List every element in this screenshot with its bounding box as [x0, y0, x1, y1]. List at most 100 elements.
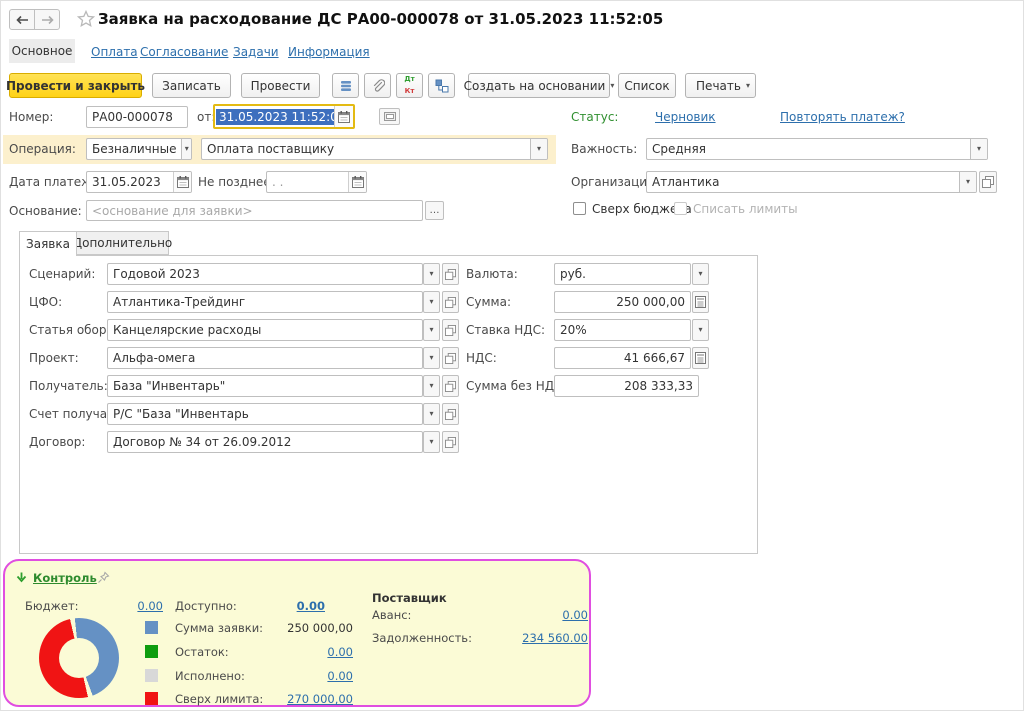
- back-button[interactable]: [9, 9, 35, 30]
- cfo-choose-button[interactable]: ▾: [423, 291, 440, 313]
- operation-type-select[interactable]: Безналичные ▾: [86, 138, 192, 160]
- post-and-close-button[interactable]: Провести и закрыть: [9, 73, 142, 98]
- dr-cr-postings-button[interactable]: Дт Кт: [396, 73, 423, 98]
- scenario-label: Сценарий:: [29, 267, 95, 281]
- calendar-button[interactable]: [334, 106, 353, 127]
- tab-osnovnoe[interactable]: Основное: [9, 39, 75, 63]
- importance-label: Важность:: [571, 142, 637, 156]
- cfo-open-button[interactable]: [442, 291, 459, 313]
- calendar-button[interactable]: [348, 172, 366, 192]
- recipient-choose-button[interactable]: ▾: [423, 375, 440, 397]
- create-based-on-button[interactable]: Создать на основании ▾: [468, 73, 610, 98]
- currency-field[interactable]: руб.: [554, 263, 691, 285]
- vat-rate-field[interactable]: 20%: [554, 319, 691, 341]
- chevron-down-icon[interactable]: ▾: [530, 139, 547, 159]
- vat-calculator-button[interactable]: [692, 347, 709, 369]
- legend-executed-value-link[interactable]: 0.00: [255, 669, 353, 683]
- project-open-button[interactable]: [442, 347, 459, 369]
- organization-select[interactable]: Атлантика ▾: [646, 171, 977, 193]
- document-structure-button[interactable]: [428, 73, 455, 98]
- calendar-icon: [177, 176, 189, 188]
- operation-kind-select[interactable]: Оплата поставщику ▾: [201, 138, 548, 160]
- turnover-item-open-button[interactable]: [442, 319, 459, 341]
- number-label: Номер:: [9, 110, 53, 124]
- calculator-icon: [695, 296, 706, 308]
- recipient-account-open-button[interactable]: [442, 403, 459, 425]
- control-section-link[interactable]: Контроль: [33, 571, 97, 585]
- tab-zayavka[interactable]: Заявка: [19, 231, 77, 256]
- legend-amount-label: Сумма заявки:: [175, 621, 263, 635]
- payment-date-value: 31.05.2023: [87, 175, 173, 189]
- amount-calculator-button[interactable]: [692, 291, 709, 313]
- currency-choose-button[interactable]: ▾: [692, 263, 709, 285]
- contract-field[interactable]: Договор № 34 от 26.09.2012: [107, 431, 423, 453]
- debt-value-link[interactable]: 234 560.00: [475, 631, 588, 645]
- scenario-open-button[interactable]: [442, 263, 459, 285]
- print-label: Печать: [696, 79, 741, 93]
- organization-open-button[interactable]: [979, 171, 997, 193]
- attachments-button[interactable]: [364, 73, 391, 98]
- project-choose-button[interactable]: ▾: [423, 347, 440, 369]
- tab-oplata[interactable]: Оплата: [91, 45, 138, 59]
- recipient-open-button[interactable]: [442, 375, 459, 397]
- pin-icon[interactable]: [97, 571, 110, 584]
- chevron-down-icon: ▾: [429, 438, 433, 446]
- status-value-link[interactable]: Черновик: [655, 110, 716, 124]
- save-button[interactable]: Записать: [152, 73, 231, 98]
- forward-button[interactable]: [34, 9, 60, 30]
- chevron-down-icon[interactable]: ▾: [970, 139, 987, 159]
- repeat-payment-link[interactable]: Повторять платеж?: [780, 110, 905, 124]
- cfo-field[interactable]: Атлантика-Трейдинг: [107, 291, 423, 313]
- tab-zadachi[interactable]: Задачи: [233, 45, 279, 59]
- legend-remainder-value-link[interactable]: 0.00: [255, 645, 353, 659]
- document-date-field[interactable]: 31.05.2023 11:52:05: [213, 104, 355, 129]
- list-button[interactable]: Список: [618, 73, 676, 98]
- turnover-item-field[interactable]: Канцелярские расходы: [107, 319, 423, 341]
- calendar-button[interactable]: [173, 172, 191, 192]
- scenario-field[interactable]: Годовой 2023: [107, 263, 423, 285]
- post-button[interactable]: Провести: [241, 73, 320, 98]
- advance-value-link[interactable]: 0.00: [475, 608, 588, 622]
- register-records-button[interactable]: [332, 73, 359, 98]
- not-later-field[interactable]: . .: [266, 171, 367, 193]
- vat-field[interactable]: 41 666,67: [554, 347, 691, 369]
- open-item-icon: [445, 297, 456, 308]
- open-journal-button[interactable]: [379, 108, 400, 125]
- recipient-field[interactable]: База "Инвентарь": [107, 375, 423, 397]
- budget-value-link[interactable]: 0.00: [113, 599, 163, 613]
- recipient-account-choose-button[interactable]: ▾: [423, 403, 440, 425]
- importance-select[interactable]: Средняя ▾: [646, 138, 988, 160]
- amount-field[interactable]: 250 000,00: [554, 291, 691, 313]
- vat-rate-choose-button[interactable]: ▾: [692, 319, 709, 341]
- recipient-account-field[interactable]: Р/С "База "Инвентарь: [107, 403, 423, 425]
- over-budget-checkbox[interactable]: [573, 202, 586, 215]
- expand-down-icon[interactable]: [16, 572, 27, 584]
- legend-over-limit-value-link[interactable]: 270 000,00: [255, 692, 353, 706]
- basis-choose-button[interactable]: …: [425, 201, 444, 220]
- legend-over-limit-label: Сверх лимита:: [175, 692, 263, 706]
- turnover-item-choose-button[interactable]: ▾: [423, 319, 440, 341]
- basis-field[interactable]: <основание для заявки>: [86, 200, 423, 221]
- favorite-star-icon[interactable]: [77, 10, 95, 28]
- tab-informaciya[interactable]: Информация: [288, 45, 370, 59]
- basis-placeholder: <основание для заявки>: [92, 204, 253, 218]
- tab-soglasovanie[interactable]: Согласование: [140, 45, 228, 59]
- page-title: Заявка на расходование ДС РА00-000078 от…: [98, 10, 663, 28]
- chevron-down-icon[interactable]: ▾: [959, 172, 976, 192]
- arrow-right-icon: [41, 15, 54, 25]
- scenario-choose-button[interactable]: ▾: [423, 263, 440, 285]
- number-field[interactable]: РА00-000078: [86, 106, 188, 128]
- print-button[interactable]: Печать ▾: [685, 73, 756, 98]
- contract-choose-button[interactable]: ▾: [423, 431, 440, 453]
- available-value-link[interactable]: 0.00: [267, 599, 325, 613]
- project-field[interactable]: Альфа-омега: [107, 347, 423, 369]
- chevron-down-icon[interactable]: ▾: [181, 139, 191, 159]
- document-date-selected-text: 31.05.2023 11:52:05: [216, 109, 334, 125]
- organization-value: Атлантика: [647, 175, 959, 189]
- open-item-icon: [982, 176, 994, 188]
- chevron-down-icon: ▾: [429, 270, 433, 278]
- payment-date-field[interactable]: 31.05.2023: [86, 171, 192, 193]
- project-label: Проект:: [29, 351, 79, 365]
- contract-open-button[interactable]: [442, 431, 459, 453]
- tab-dopolnitelno[interactable]: Дополнительно: [76, 231, 169, 255]
